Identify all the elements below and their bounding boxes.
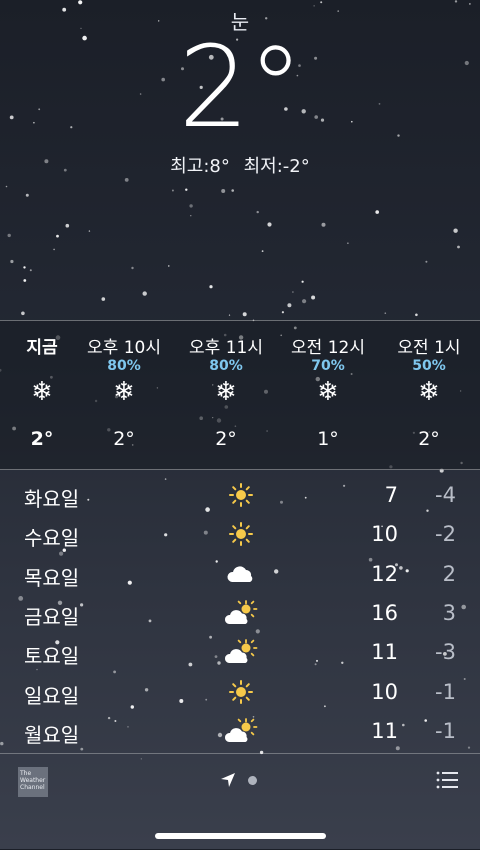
daily-row: 화요일 7 -4 <box>0 475 480 514</box>
snowflake-icon: ❄ <box>215 377 237 407</box>
daily-row: 토요일 11 -3 <box>0 632 480 671</box>
precip-chance: 70% <box>311 358 345 374</box>
day-name: 월요일 <box>24 722 80 747</box>
day-name: 화요일 <box>24 487 80 511</box>
day-high: 11 <box>371 718 398 743</box>
high-low: 최고:8° 최저:-2° <box>0 152 480 178</box>
day-low: -3 <box>435 640 456 665</box>
high-temp: 최고:8° <box>170 156 230 177</box>
day-low: -1 <box>435 718 456 743</box>
day-high: 10 <box>371 522 398 547</box>
hour-temp: 2° <box>215 428 237 450</box>
hour-label: 오전 1시 <box>397 338 461 358</box>
daily-row: 일요일 10 -1 <box>0 672 480 711</box>
day-high: 10 <box>371 679 398 704</box>
sun-icon <box>224 678 258 706</box>
partly-cloudy-icon <box>224 717 258 745</box>
day-name: 목요일 <box>24 565 80 590</box>
hour-label: 오전 12시 <box>291 338 365 358</box>
hour-column-3: 오전 12시 70% ❄ 1° <box>277 321 379 469</box>
day-low: -1 <box>435 679 456 704</box>
day-high: 11 <box>371 640 398 665</box>
weather-channel-logo[interactable]: The Weather Channel <box>18 767 48 797</box>
precip-chance: 80% <box>107 358 141 374</box>
current-temperature: 2° <box>178 23 303 153</box>
day-name: 일요일 <box>24 683 80 708</box>
day-name: 토요일 <box>24 644 80 669</box>
hour-label: 오후 10시 <box>87 338 161 358</box>
snowflake-icon: ❄ <box>317 377 339 407</box>
day-high: 12 <box>371 561 398 586</box>
daily-row: 수요일 10 -2 <box>0 514 480 553</box>
hour-column-4: 오전 1시 50% ❄ 2° <box>378 321 480 469</box>
precip-chance: 80% <box>209 358 243 374</box>
sun-icon <box>224 481 258 509</box>
daily-row: 금요일 16 3 <box>0 593 480 632</box>
day-name: 금요일 <box>24 604 80 629</box>
day-low: -2 <box>435 522 456 547</box>
partly-cloudy-icon <box>224 638 258 666</box>
precip-chance: 50% <box>412 358 446 374</box>
location-arrow-icon[interactable] <box>220 772 236 788</box>
hour-temp: 2° <box>418 428 440 450</box>
cloud-icon <box>224 560 258 588</box>
hour-temp: 2° <box>113 428 135 450</box>
daily-row: 월요일 11 -1 <box>0 711 480 750</box>
day-high: 16 <box>371 600 398 625</box>
day-name: 수요일 <box>24 526 80 551</box>
partly-cloudy-icon <box>224 599 258 627</box>
day-low: -4 <box>435 483 456 507</box>
hour-column-2: 오후 11시 80% ❄ 2° <box>175 321 277 469</box>
current-weather: 눈 2° 최고:8° 최저:-2° <box>0 0 480 320</box>
list-icon[interactable] <box>436 770 458 790</box>
page-dot[interactable] <box>248 776 257 785</box>
low-temp: 최저:-2° <box>243 156 310 177</box>
home-indicator[interactable] <box>155 833 326 839</box>
hour-label: 오후 11시 <box>189 338 263 358</box>
hour-column-1: 오후 10시 80% ❄ 2° <box>73 321 175 469</box>
day-low: 2 <box>442 561 456 586</box>
snowflake-icon: ❄ <box>113 377 135 407</box>
daily-row: 목요일 12 2 <box>0 554 480 593</box>
day-low: 3 <box>442 600 456 625</box>
snowflake-icon: ❄ <box>418 377 440 407</box>
hour-temp: 1° <box>317 428 339 450</box>
hourly-forecast[interactable]: 지금 ❄ 2° 오후 10시 80% ❄ 2° 오후 11시 80% ❄ 2° … <box>0 320 480 470</box>
sun-icon <box>224 520 258 548</box>
day-high: 7 <box>384 483 398 507</box>
